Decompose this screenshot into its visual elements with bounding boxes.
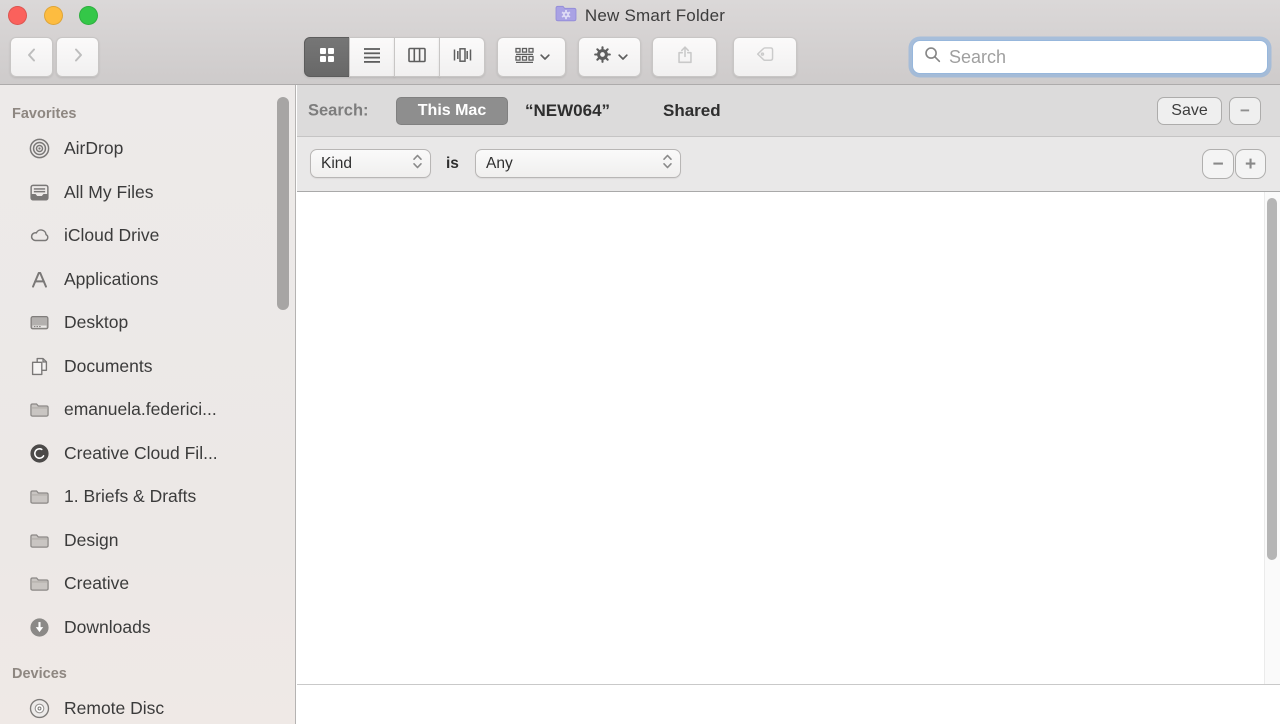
vertical-scrollbar-track[interactable] — [1264, 192, 1280, 684]
search-field[interactable] — [912, 40, 1268, 74]
save-button[interactable]: Save — [1157, 97, 1222, 125]
sidebar-item-label: iCloud Drive — [64, 225, 159, 246]
scope-this-mac[interactable]: This Mac — [396, 97, 508, 125]
attribute-popup[interactable]: Kind — [310, 149, 431, 178]
sidebar-item-applications[interactable]: Applications — [0, 258, 295, 302]
applications-icon — [27, 267, 51, 291]
navigation-buttons — [10, 37, 99, 77]
sidebar-item-desktop[interactable]: Desktop — [0, 301, 295, 345]
airdrop-icon — [27, 137, 51, 161]
back-chevron-icon — [25, 47, 39, 68]
sidebar-item-label: emanuela.federici... — [64, 399, 217, 420]
sidebar-item-label: Design — [64, 530, 118, 551]
forward-chevron-icon — [71, 47, 85, 68]
list-view-button[interactable] — [349, 37, 395, 77]
remove-rule-button[interactable]: − — [1202, 149, 1234, 179]
search-scope-bar: Search: This Mac “NEW064” Shared Save − — [297, 85, 1280, 137]
remote-disc-icon — [27, 697, 51, 721]
sidebar-item-label: Creative Cloud Fil... — [64, 443, 218, 464]
sidebar-item-label: Downloads — [64, 617, 151, 638]
downloads-icon — [27, 615, 51, 639]
sidebar-item-label: Creative — [64, 573, 129, 594]
sidebar-scrollbar-thumb[interactable] — [277, 97, 289, 310]
sidebar-item-label: All My Files — [64, 182, 153, 203]
scope-search-term[interactable]: “NEW064” — [525, 101, 610, 121]
arrange-grid-icon — [514, 47, 535, 68]
main-pane: Search: This Mac “NEW064” Shared Save − … — [297, 85, 1280, 724]
sidebar-item-label: 1. Briefs & Drafts — [64, 486, 196, 507]
sidebar-item-creative-cloud-files[interactable]: Creative Cloud Fil... — [0, 432, 295, 476]
action-menu-button[interactable] — [578, 37, 641, 77]
sidebar-item-airdrop[interactable]: AirDrop — [0, 127, 295, 171]
view-mode-control — [304, 37, 485, 77]
chevron-down-icon — [618, 48, 628, 66]
sidebar-item-design[interactable]: Design — [0, 519, 295, 563]
sidebar-item-remote-disc[interactable]: Remote Disc — [0, 687, 295, 724]
coverflow-view-icon — [452, 45, 473, 70]
sidebar-section-devices: Devices — [12, 663, 295, 685]
sidebar-item-label: Documents — [64, 356, 153, 377]
sidebar-item-icloud-drive[interactable]: iCloud Drive — [0, 214, 295, 258]
sidebar-item-label: Applications — [64, 269, 158, 290]
filter-rule-row: Kind is Any − + — [297, 137, 1280, 192]
finder-window: New Smart Folder — [0, 0, 1280, 724]
documents-icon — [27, 354, 51, 378]
magnifier-icon — [923, 45, 942, 69]
sidebar-item-all-my-files[interactable]: All My Files — [0, 171, 295, 215]
folder-icon — [27, 528, 51, 552]
icon-view-button[interactable] — [304, 37, 350, 77]
sidebar-item-emanuela-federici[interactable]: emanuela.federici... — [0, 388, 295, 432]
folder-icon — [27, 572, 51, 596]
smart-folder-icon — [555, 5, 577, 27]
forward-button[interactable] — [56, 37, 99, 77]
search-input[interactable] — [949, 47, 1257, 68]
sidebar-item-briefs-drafts[interactable]: 1. Briefs & Drafts — [0, 475, 295, 519]
operator-label: is — [446, 155, 459, 173]
tag-icon — [754, 44, 777, 71]
tag-button[interactable] — [733, 37, 797, 77]
sidebar-item-label: Desktop — [64, 312, 128, 333]
folder-icon — [27, 485, 51, 509]
results-area[interactable] — [297, 192, 1280, 684]
share-icon — [674, 44, 696, 71]
coverflow-view-button[interactable] — [439, 37, 485, 77]
icloud-drive-icon — [27, 224, 51, 248]
back-button[interactable] — [10, 37, 53, 77]
chevron-down-icon — [540, 48, 550, 66]
desktop-icon — [27, 311, 51, 335]
column-view-button[interactable] — [394, 37, 440, 77]
sidebar: Favorites AirDrop All My Files — [0, 85, 296, 724]
add-rule-button[interactable]: + — [1235, 149, 1266, 179]
gear-icon — [592, 44, 613, 70]
status-bar — [297, 684, 1280, 724]
sidebar-item-label: AirDrop — [64, 138, 123, 159]
list-view-icon — [362, 45, 382, 70]
sidebar-item-downloads[interactable]: Downloads — [0, 606, 295, 650]
attribute-popup-value: Kind — [321, 155, 412, 173]
arrange-menu-button[interactable] — [497, 37, 566, 77]
icon-view-icon — [317, 45, 337, 70]
all-my-files-icon — [27, 180, 51, 204]
sidebar-item-label: Remote Disc — [64, 698, 164, 719]
scope-shared[interactable]: Shared — [663, 101, 721, 121]
value-popup[interactable]: Any — [475, 149, 681, 178]
column-view-icon — [407, 45, 427, 70]
folder-icon — [27, 398, 51, 422]
sidebar-item-creative[interactable]: Creative — [0, 562, 295, 606]
window-header: New Smart Folder — [0, 0, 1280, 85]
sidebar-item-documents[interactable]: Documents — [0, 345, 295, 389]
window-title: New Smart Folder — [585, 6, 725, 26]
value-popup-value: Any — [486, 155, 662, 173]
stepper-chevrons-icon — [412, 153, 423, 175]
titlebar: New Smart Folder — [0, 4, 1280, 28]
sidebar-section-favorites: Favorites — [12, 103, 295, 125]
creative-cloud-icon — [27, 441, 51, 465]
scope-bar-label: Search: — [308, 101, 369, 120]
vertical-scrollbar-thumb[interactable] — [1267, 198, 1277, 560]
share-button[interactable] — [652, 37, 717, 77]
stepper-chevrons-icon — [662, 153, 673, 175]
remove-search-button[interactable]: − — [1229, 97, 1261, 125]
